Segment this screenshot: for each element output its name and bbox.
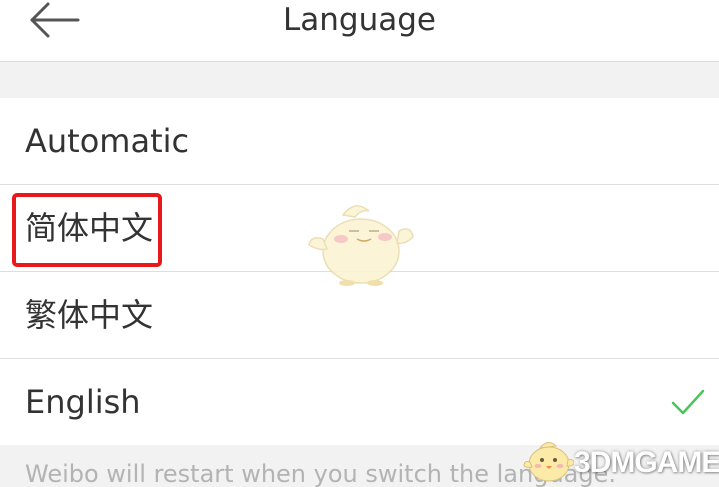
language-settings-screen: Language Automatic 简体中文 繁体中文 English Wei…	[0, 0, 719, 487]
brand-watermark: 3DMGAME	[522, 432, 719, 487]
option-label: 繁体中文	[25, 296, 154, 334]
option-label: Automatic	[25, 122, 190, 160]
page-title: Language	[283, 2, 436, 38]
chick-mascot-icon	[308, 205, 414, 286]
chick-mascot-icon	[523, 442, 574, 482]
section-spacer	[0, 62, 719, 98]
navigation-bar: Language	[0, 0, 719, 62]
brand-logo-text: 3DMGAME	[574, 446, 719, 479]
option-label: English	[25, 383, 141, 421]
option-label: 简体中文	[25, 209, 154, 247]
checkmark-icon	[671, 389, 705, 415]
language-option-automatic[interactable]: Automatic	[0, 98, 719, 185]
